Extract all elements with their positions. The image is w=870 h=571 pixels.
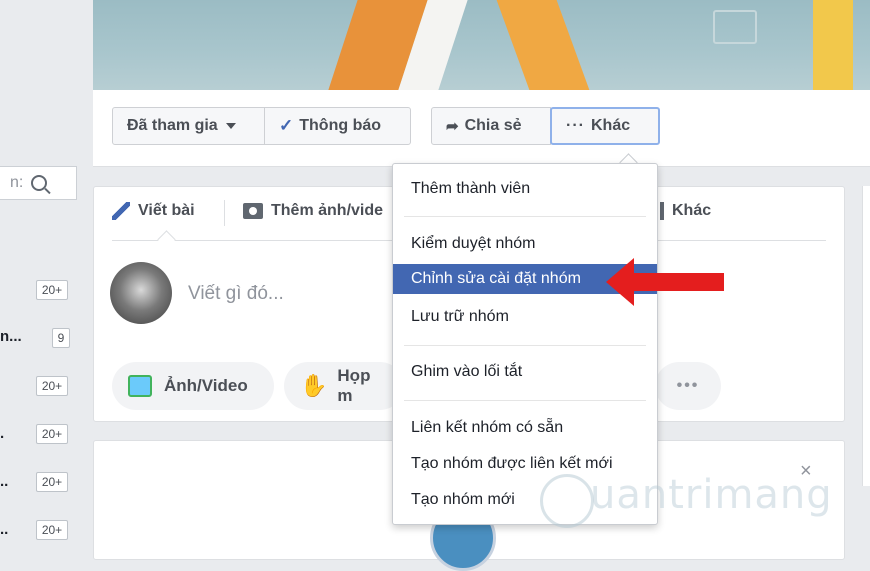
menu-divider: [404, 216, 646, 217]
share-button[interactable]: ➦ Chia sẻ: [431, 107, 551, 145]
notifications-button[interactable]: ✓ Thông báo: [264, 107, 411, 145]
menu-item-moderate-group[interactable]: Kiểm duyệt nhóm: [393, 229, 657, 259]
sidebar-item[interactable]: ..: [0, 521, 8, 538]
red-arrow-icon: [606, 258, 634, 306]
count-badge: 9: [52, 328, 70, 348]
more-options-button[interactable]: •••: [655, 362, 721, 410]
menu-item-pin-shortcut[interactable]: Ghim vào lối tắt: [393, 357, 657, 387]
right-column: [862, 186, 870, 486]
waving-hand-icon: ✋: [300, 373, 328, 398]
count-badge: 20+: [36, 376, 68, 396]
photo-video-button[interactable]: Ảnh/Video: [112, 362, 274, 410]
menu-divider: [404, 400, 646, 401]
joined-button[interactable]: Đã tham gia: [112, 107, 265, 145]
watermark-logo-icon: [540, 474, 594, 528]
other-icon: [660, 202, 664, 220]
menu-item-add-member[interactable]: Thêm thành viên: [393, 174, 657, 204]
red-arrow-shaft: [632, 273, 724, 291]
tab-other[interactable]: Khác: [660, 202, 711, 220]
search-icon[interactable]: [31, 175, 48, 191]
tab-write-post[interactable]: Viết bài: [112, 202, 195, 220]
search-text: n:: [10, 174, 24, 191]
group-cover-photo: [93, 0, 870, 90]
camera-icon: [243, 203, 263, 219]
watermark: uantrimang: [590, 472, 833, 518]
more-label: Khác: [590, 117, 631, 134]
tab-divider: [224, 200, 225, 226]
sidebar-item[interactable]: ..: [0, 473, 8, 490]
menu-divider: [404, 345, 646, 346]
menu-item-archive-group[interactable]: Lưu trữ nhóm: [393, 302, 657, 332]
count-badge: 20+: [36, 424, 68, 444]
tab-add-photo[interactable]: Thêm ảnh/vide: [243, 202, 383, 220]
caret-down-icon: [225, 123, 236, 129]
post-text-input[interactable]: Viết gì đó...: [188, 283, 284, 305]
photo-icon: [128, 375, 152, 397]
notifications-label: Thông báo: [299, 117, 382, 134]
count-badge: 20+: [36, 280, 68, 300]
share-arrow-icon: ➦: [446, 118, 459, 135]
check-icon: ✓: [279, 116, 294, 135]
more-dots-icon: ···: [566, 117, 585, 134]
search-input[interactable]: n:: [0, 166, 77, 200]
share-label: Chia sẻ: [464, 117, 522, 134]
count-badge: 20+: [36, 520, 68, 540]
count-badge: 20+: [36, 472, 68, 492]
sidebar-item[interactable]: n...: [0, 328, 22, 345]
sidebar-item[interactable]: .: [0, 425, 4, 442]
more-button[interactable]: ··· Khác: [550, 107, 660, 145]
joined-label: Đã tham gia: [127, 117, 218, 134]
pencil-icon: [112, 202, 130, 220]
menu-item-link-existing-group[interactable]: Liên kết nhóm có sẵn: [393, 413, 657, 443]
avatar[interactable]: [110, 262, 172, 324]
meeting-button[interactable]: ✋ Họp m: [284, 362, 404, 410]
